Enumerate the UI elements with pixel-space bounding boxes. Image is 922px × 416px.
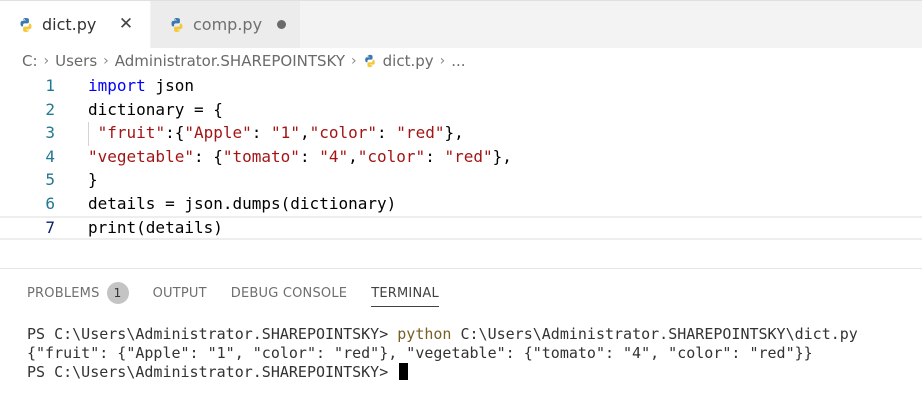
terminal-command-args: C:\Users\Administrator.SHAREPOINTSKY\dic… — [451, 325, 858, 343]
line-code: dictionary = { — [88, 98, 223, 122]
line-number: 3 — [45, 123, 55, 142]
terminal-line: {"fruit": {"Apple": "1", "color": "red"}… — [27, 344, 917, 363]
code-line[interactable]: 5} — [0, 168, 922, 192]
python-icon — [169, 17, 185, 33]
code-token: details = json.dumps(dictionary) — [88, 194, 397, 213]
code-token: dictionary = { — [88, 100, 223, 119]
tab-problems[interactable]: PROBLEMS 1 — [27, 269, 129, 317]
chevron-right-icon: › — [103, 53, 109, 69]
code-token: }, — [444, 123, 464, 142]
tab-output-label: OUTPUT — [152, 285, 207, 301]
breadcrumb-item-file[interactable]: dict.py — [383, 52, 434, 70]
code-token: }, — [492, 147, 512, 166]
code-string: "fruit" — [97, 123, 166, 142]
line-code: } — [88, 168, 98, 192]
line-number: 1 — [45, 76, 55, 95]
line-code: print(details) — [88, 218, 223, 238]
line-code: "vegetable": {"tomato": "4","color": "re… — [88, 145, 512, 169]
code-token: json — [145, 76, 194, 95]
chevron-right-icon: › — [43, 53, 50, 69]
code-token: , — [348, 147, 358, 166]
terminal-prompt: PS C:\Users\Administrator.SHAREPOINTSKY> — [27, 325, 398, 343]
tab-output[interactable]: OUTPUT — [153, 269, 207, 317]
code-token: : — [377, 123, 397, 142]
code-string: "4" — [319, 147, 349, 166]
editor-tab-bar: dict.py ✕ comp.py — [0, 0, 922, 48]
line-code: details = json.dumps(dictionary) — [88, 192, 396, 216]
code-string: "Apple" — [184, 123, 252, 142]
code-token: : — [425, 147, 445, 166]
code-string: "red" — [396, 123, 445, 142]
breadcrumb-item-drive[interactable]: C: — [22, 52, 38, 70]
close-icon[interactable]: ✕ — [116, 14, 136, 34]
line-code: import json — [88, 74, 194, 98]
breadcrumb-item-users[interactable]: Users — [55, 52, 97, 70]
terminal-prompt: PS C:\Users\Administrator.SHAREPOINTSKY> — [27, 363, 398, 381]
breadcrumb: C: › Users › Administrator.SHAREPOINTSKY… — [0, 48, 922, 74]
code-line[interactable]: 2 dictionary = { — [0, 98, 922, 122]
tab-terminal[interactable]: TERMINAL — [371, 269, 439, 317]
python-icon — [363, 54, 377, 68]
tab-comp-py[interactable]: comp.py — [150, 1, 300, 48]
line-number: 7 — [45, 218, 55, 237]
tab-terminal-label: TERMINAL — [371, 285, 439, 301]
code-token: : { — [193, 147, 223, 166]
code-line[interactable]: 4 "vegetable": {"tomato": "4","color": "r… — [0, 145, 922, 169]
tab-dict-py[interactable]: dict.py ✕ — [0, 1, 150, 48]
code-token: :{ — [165, 123, 185, 142]
terminal-output[interactable]: PS C:\Users\Administrator.SHAREPOINTSKY>… — [27, 325, 917, 382]
terminal-cursor — [399, 363, 409, 380]
code-string: "1" — [271, 123, 300, 142]
code-editor[interactable]: 1 import json 2 dictionary = { 3 "fruit":{"A… — [0, 74, 922, 264]
code-line[interactable]: 6 details = json.dumps(dictionary) — [0, 192, 922, 216]
code-line[interactable]: 1 import json — [0, 74, 922, 98]
terminal-command: python — [397, 325, 452, 343]
line-number: 2 — [45, 100, 55, 119]
code-line[interactable]: 7 print(details) — [0, 216, 922, 240]
code-token: } — [88, 170, 98, 189]
code-string: "red" — [444, 147, 493, 166]
line-code: "fruit":{"Apple": "1","color": "red"}, — [88, 121, 464, 145]
terminal-line: PS C:\Users\Administrator.SHAREPOINTSKY> — [27, 363, 917, 382]
tab-label: dict.py — [42, 15, 97, 34]
line-number: 4 — [45, 147, 55, 166]
tab-debug-console[interactable]: DEBUG CONSOLE — [231, 269, 347, 317]
breadcrumb-item-symbols[interactable]: ... — [451, 52, 465, 70]
code-token: : — [251, 123, 272, 142]
code-token: : — [299, 147, 320, 166]
code-string: "vegetable" — [88, 147, 194, 166]
unsaved-dot-icon[interactable] — [277, 20, 286, 29]
panel-tab-bar: PROBLEMS 1 OUTPUT DEBUG CONSOLE TERMINAL — [0, 269, 922, 317]
line-number: 6 — [45, 194, 55, 213]
breadcrumb-item-user-folder[interactable]: Administrator.SHAREPOINTSKY — [115, 52, 345, 70]
chevron-right-icon: › — [439, 53, 446, 69]
python-icon — [18, 17, 34, 33]
terminal-line: PS C:\Users\Administrator.SHAREPOINTSKY>… — [27, 325, 917, 344]
tab-debug-console-label: DEBUG CONSOLE — [230, 285, 348, 301]
tab-label: comp.py — [193, 15, 263, 34]
chevron-right-icon: › — [351, 53, 357, 69]
code-string: "tomato" — [222, 147, 300, 166]
line-number: 5 — [45, 170, 55, 189]
terminal-program-output: {"fruit": {"Apple": "1", "color": "red"}… — [27, 344, 813, 362]
bottom-panel: PROBLEMS 1 OUTPUT DEBUG CONSOLE TERMINAL… — [0, 268, 922, 416]
code-line[interactable]: 3 "fruit":{"Apple": "1","color": "red"}, — [0, 121, 922, 145]
problems-count-badge: 1 — [106, 282, 129, 304]
tab-problems-label: PROBLEMS — [27, 285, 100, 301]
code-string: "color" — [357, 147, 426, 166]
code-token: print(details) — [88, 218, 223, 237]
code-token: , — [299, 123, 310, 142]
code-keyword: import — [88, 76, 146, 95]
code-string: "color" — [309, 123, 378, 142]
